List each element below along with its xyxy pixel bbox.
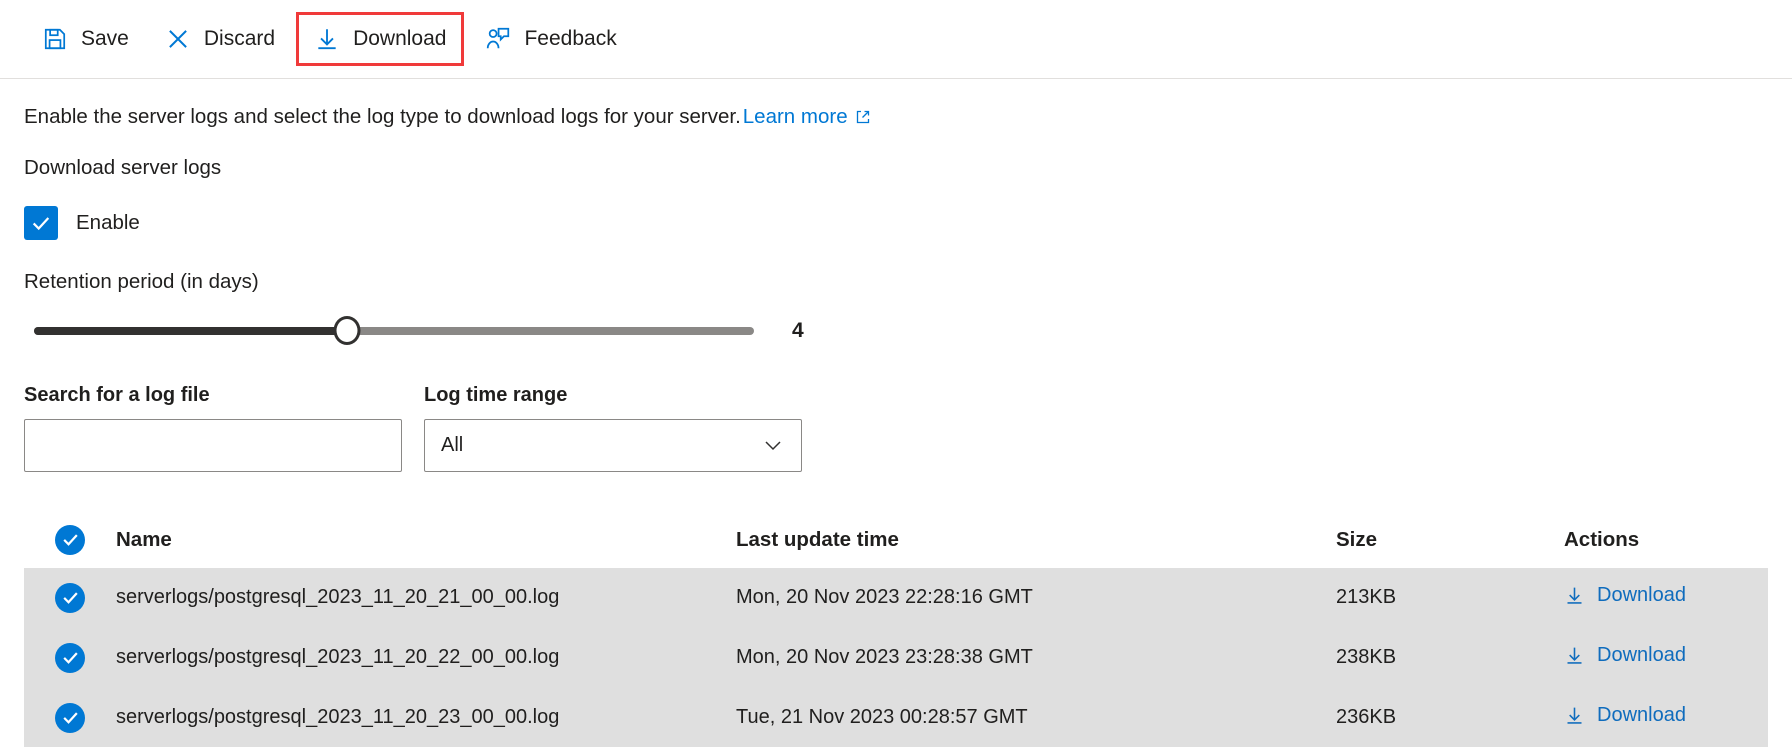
header-last-update[interactable]: Last update time <box>736 528 1336 552</box>
row-download-link[interactable]: Download <box>1564 704 1686 727</box>
enable-checkbox[interactable] <box>24 205 58 240</box>
time-range-field-group: Log time range All <box>424 384 802 472</box>
log-files-table: Name Last update time Size Actions serve… <box>24 512 1768 747</box>
chevron-down-icon <box>761 433 785 457</box>
search-field-group: Search for a log file <box>24 384 402 472</box>
checkmark-icon <box>32 216 50 230</box>
cell-actions: Download <box>1564 584 1768 612</box>
header-size[interactable]: Size <box>1336 528 1564 552</box>
search-label: Search for a log file <box>24 383 210 406</box>
cell-actions: Download <box>1564 704 1768 732</box>
description-text: Enable the server logs and select the lo… <box>24 105 1768 130</box>
select-all-checkbox[interactable] <box>55 524 85 555</box>
checkmark-icon <box>62 592 78 604</box>
retention-value: 4 <box>792 318 804 342</box>
feedback-label: Feedback <box>524 27 617 50</box>
time-range-select[interactable]: All <box>424 418 802 472</box>
slider-fill <box>34 326 348 335</box>
retention-slider-row: 4 <box>24 314 1768 348</box>
retention-label: Retention period (in days) <box>24 269 259 293</box>
row-select-cell <box>24 702 116 733</box>
feedback-icon <box>485 26 511 52</box>
row-checkbox[interactable] <box>55 582 85 613</box>
search-input[interactable] <box>24 418 402 472</box>
row-checkbox[interactable] <box>55 642 85 673</box>
cell-name: serverlogs/postgresql_2023_11_20_21_00_0… <box>116 586 560 609</box>
header-actions: Actions <box>1564 527 1640 551</box>
download-label: Download <box>353 27 447 50</box>
select-all-cell <box>24 524 116 555</box>
time-range-label: Log time range <box>424 383 568 406</box>
cell-last-update: Mon, 20 Nov 2023 23:28:38 GMT <box>736 646 1033 669</box>
cell-last-update: Tue, 21 Nov 2023 00:28:57 GMT <box>736 706 1028 729</box>
page-content: Enable the server logs and select the lo… <box>0 79 1792 747</box>
checkmark-icon <box>62 534 78 546</box>
slider-thumb[interactable] <box>333 316 361 346</box>
row-select-cell <box>24 582 116 613</box>
row-checkbox[interactable] <box>55 702 85 733</box>
cell-actions: Download <box>1564 644 1768 672</box>
table-row[interactable]: serverlogs/postgresql_2023_11_20_21_00_0… <box>24 567 1768 628</box>
learn-more-label: Learn more <box>742 105 848 128</box>
download-button[interactable]: Download <box>296 12 465 66</box>
save-label: Save <box>81 27 129 50</box>
table-row[interactable]: serverlogs/postgresql_2023_11_20_22_00_0… <box>24 627 1768 688</box>
discard-button[interactable]: Discard <box>147 12 293 66</box>
row-download-link[interactable]: Download <box>1564 584 1686 607</box>
description-sentence: Enable the server logs and select the lo… <box>24 105 741 128</box>
download-icon <box>314 26 340 52</box>
learn-more-link[interactable]: Learn more <box>743 105 871 130</box>
section-title: Download server logs <box>24 155 222 179</box>
time-range-value: All <box>441 433 464 456</box>
checkmark-icon <box>62 712 78 724</box>
cell-size: 236KB <box>1336 706 1397 729</box>
row-download-label: Download <box>1597 703 1686 726</box>
row-download-link[interactable]: Download <box>1564 644 1686 667</box>
enable-checkbox-row: Enable <box>24 205 1768 240</box>
checkmark-icon <box>62 652 78 664</box>
cell-last-update: Mon, 20 Nov 2023 22:28:16 GMT <box>736 586 1033 609</box>
filter-controls: Search for a log file Log time range All <box>24 384 1768 472</box>
cell-name: serverlogs/postgresql_2023_11_20_22_00_0… <box>116 646 560 669</box>
external-link-icon <box>855 109 871 125</box>
close-icon <box>165 26 191 52</box>
save-button[interactable]: Save <box>24 12 147 66</box>
table-row[interactable]: serverlogs/postgresql_2023_11_20_23_00_0… <box>24 687 1768 747</box>
download-icon <box>1564 705 1585 726</box>
row-download-label: Download <box>1597 643 1686 666</box>
cell-size: 213KB <box>1336 586 1397 609</box>
table-header-row: Name Last update time Size Actions <box>24 512 1768 568</box>
cell-name: serverlogs/postgresql_2023_11_20_23_00_0… <box>116 706 560 729</box>
download-icon <box>1564 645 1585 666</box>
cell-size: 238KB <box>1336 646 1397 669</box>
header-name[interactable]: Name <box>116 528 736 552</box>
command-toolbar: Save Discard Download Feedback <box>0 0 1792 79</box>
retention-slider[interactable] <box>34 314 754 348</box>
discard-label: Discard <box>203 27 276 50</box>
enable-label: Enable <box>76 210 140 234</box>
feedback-button[interactable]: Feedback <box>467 12 634 66</box>
save-icon <box>42 26 68 52</box>
row-download-label: Download <box>1597 583 1686 606</box>
download-icon <box>1564 585 1585 606</box>
row-select-cell <box>24 642 116 673</box>
